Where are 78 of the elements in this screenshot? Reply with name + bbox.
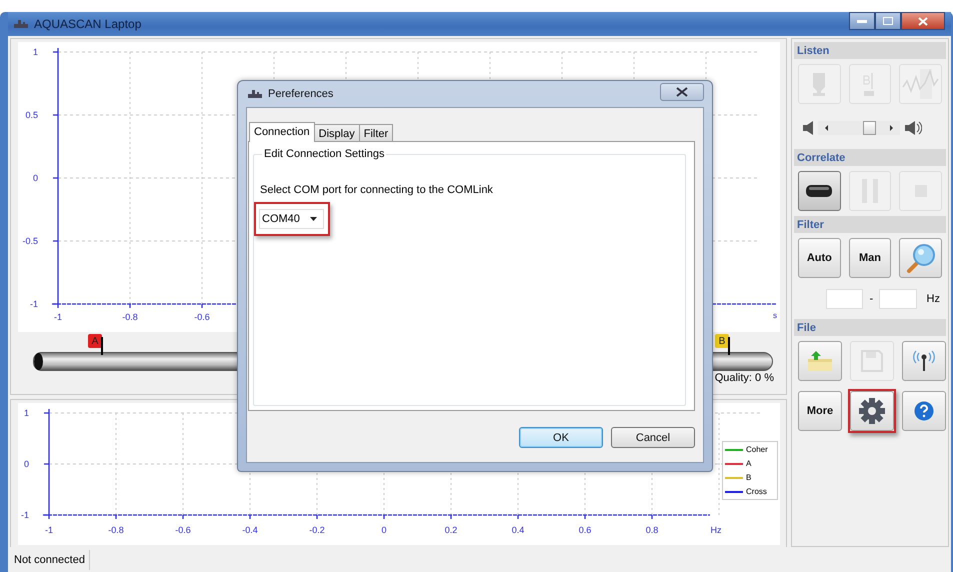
range-separator: - [869, 293, 874, 305]
tick-label: -0.2 [309, 525, 325, 535]
section-header: Listen [794, 42, 946, 59]
axis-unit: s [773, 311, 777, 320]
action-button[interactable]: More [798, 391, 842, 431]
legend-label: Cross [746, 487, 767, 496]
antenna-icon [911, 350, 937, 372]
frequency-field[interactable] [879, 289, 917, 309]
app-icon [248, 90, 262, 98]
quality-label: Quality: 0 % [714, 372, 774, 384]
group-title: Edit Connection Settings [263, 148, 386, 160]
play-button[interactable] [798, 171, 841, 211]
maximize-icon [883, 17, 893, 25]
tick-label: 0 [32, 173, 38, 183]
tab[interactable]: Filter [358, 124, 394, 142]
dialog-button[interactable]: Cancel [611, 427, 695, 448]
dialog-title: Pereferences [268, 88, 334, 100]
tick-label: -1 [54, 312, 62, 322]
close-icon [918, 16, 928, 26]
dialog-button[interactable]: OK [519, 427, 603, 448]
window-title: AQUASCAN Laptop [34, 17, 142, 31]
help-icon [914, 401, 934, 421]
tick-label: 1 [32, 47, 38, 57]
folder-icon [807, 350, 833, 372]
status-text: Not connected [8, 550, 90, 570]
tick-label: 0.4 [512, 525, 524, 535]
wireless-button[interactable] [902, 341, 946, 381]
tick-label: 0.2 [444, 525, 458, 535]
axis-unit: Hz [710, 525, 722, 535]
slider-thumb[interactable] [862, 121, 876, 135]
section-header: Filter [794, 216, 946, 233]
tick-label: -0.4 [242, 525, 258, 535]
minimize-button[interactable] [849, 12, 875, 30]
tick-label: 1 [24, 408, 29, 418]
tick-label: 0.6 [578, 525, 592, 535]
legend-label: A [746, 459, 752, 468]
section-header: Correlate [794, 149, 946, 166]
unit-label: Hz [926, 293, 940, 305]
search-icon [904, 242, 937, 274]
tick-label: -1 [30, 299, 38, 309]
prompt-text: Select COM port for connecting to the COMLink [260, 184, 494, 196]
close-button[interactable] [901, 12, 945, 30]
settings-icon [859, 398, 885, 424]
tick-label: 0 [24, 459, 29, 469]
tick-label: 0.5 [25, 110, 38, 120]
volume-slider[interactable] [818, 121, 900, 135]
action-button[interactable]: Man [848, 238, 892, 278]
app-icon [14, 20, 28, 28]
caret-icon [310, 217, 317, 221]
tick-label: -0.6 [175, 525, 191, 535]
help-button[interactable] [902, 391, 946, 431]
tick-label: -0.5 [22, 236, 38, 246]
legend-label: B [746, 473, 752, 482]
section-header: File [794, 319, 946, 336]
waveform-icon [902, 69, 940, 99]
action-button[interactable]: Auto [798, 238, 841, 278]
pipe-icon [806, 185, 832, 197]
tick-label: -0.6 [194, 312, 210, 322]
frequency-field[interactable] [826, 289, 864, 309]
maximize-button[interactable] [875, 12, 901, 30]
tick-label: 0.8 [646, 525, 658, 535]
volume-icon [904, 121, 922, 135]
port-dropdown[interactable]: COM40 [259, 209, 324, 229]
tick-label: -0.8 [122, 312, 138, 322]
tab[interactable]: Display [314, 124, 360, 142]
marker-flag[interactable]: B [715, 334, 729, 348]
open-button[interactable] [798, 341, 842, 381]
close-button[interactable] [660, 83, 704, 101]
tick-label: -1 [20, 510, 29, 520]
floppy-icon [861, 350, 883, 372]
close-icon [676, 87, 688, 97]
tab[interactable]: Connection [249, 122, 315, 142]
search-button[interactable] [899, 238, 942, 278]
tick-label: -1 [45, 525, 53, 535]
legend-label: Coher [746, 445, 768, 454]
minimize-icon [857, 20, 867, 22]
tick-label: -0.8 [108, 525, 124, 535]
tick-label: 0 [382, 525, 386, 535]
